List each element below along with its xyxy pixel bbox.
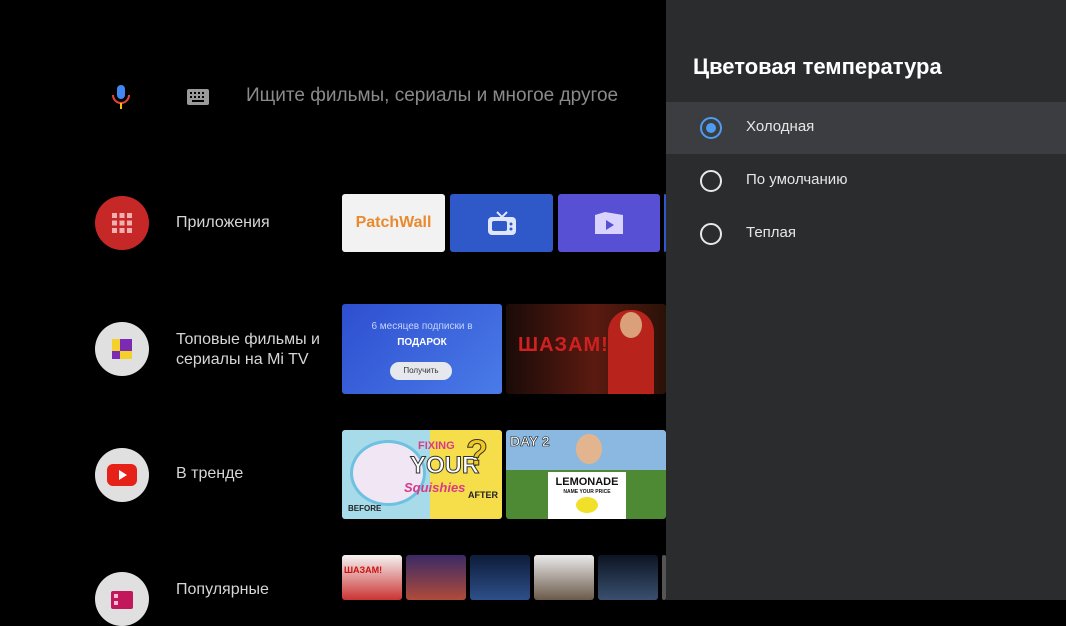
poster-tile[interactable] bbox=[406, 555, 466, 600]
row-label-top-movies: Топовые фильмы и сериалы на Mi TV bbox=[176, 331, 320, 368]
apps-grid-icon[interactable] bbox=[95, 196, 149, 250]
hero-face bbox=[620, 312, 642, 338]
patchwall-logo: PatchWall bbox=[355, 214, 432, 231]
promo-get-button[interactable]: Получить bbox=[390, 362, 452, 380]
video-tile-lemonade[interactable]: DAY 2 LEMONADE NAME YOUR PRICE bbox=[506, 430, 666, 519]
option-cold[interactable]: Холодная bbox=[666, 102, 1066, 154]
promo-line2: ПОДАРОК bbox=[397, 337, 447, 348]
option-default[interactable]: По умолчанию bbox=[666, 155, 1066, 207]
poster-tile[interactable] bbox=[534, 555, 594, 600]
question-mark: ? bbox=[466, 432, 489, 474]
video-tile-squishies[interactable]: FIXING YOUR Squishies ? BEFORE AFTER bbox=[342, 430, 502, 519]
promo-tile[interactable]: 6 месяцев подписки в ПОДАРОК Получить bbox=[342, 304, 502, 394]
radio-selected-icon[interactable] bbox=[700, 117, 722, 139]
color-temperature-panel: Цветовая температура Холодная По умолчан… bbox=[666, 0, 1066, 600]
video1-before: BEFORE bbox=[348, 504, 382, 513]
microphone-icon[interactable] bbox=[110, 84, 132, 115]
poster1-title: ШАЗАМ! bbox=[344, 565, 383, 575]
row-label-popular: Популярные bbox=[176, 581, 269, 598]
poster-tile[interactable] bbox=[470, 555, 530, 600]
promo-line1: 6 месяцев подписки в bbox=[371, 321, 473, 332]
video1-script: Squishies bbox=[404, 480, 466, 495]
poster-tile[interactable]: ШАЗАМ! bbox=[342, 555, 402, 600]
app-tile-video[interactable] bbox=[558, 194, 660, 252]
movie-tile-shazam[interactable]: ШАЗАМ! bbox=[506, 304, 666, 394]
keyboard-icon[interactable] bbox=[186, 88, 210, 111]
option-label: Холодная bbox=[746, 118, 815, 135]
video1-after: AFTER bbox=[468, 490, 498, 500]
search-bar: Ищите фильмы, сериалы и многое другое bbox=[0, 70, 666, 122]
app-tile-tv[interactable] bbox=[450, 194, 553, 252]
video2-sign: LEMONADE bbox=[555, 476, 619, 488]
option-label: Теплая bbox=[746, 224, 797, 241]
lemon-icon bbox=[576, 497, 598, 513]
video-folder-icon bbox=[595, 212, 623, 234]
radio-unselected-icon[interactable] bbox=[700, 170, 722, 192]
youtube-icon[interactable] bbox=[95, 448, 149, 502]
option-warm[interactable]: Теплая bbox=[666, 208, 1066, 260]
row-label-apps: Приложения bbox=[176, 214, 270, 231]
panel-title: Цветовая температура bbox=[693, 54, 942, 79]
option-label: По умолчанию bbox=[746, 171, 848, 188]
video2-sub: NAME YOUR PRICE bbox=[563, 489, 611, 495]
popular-film-icon[interactable] bbox=[95, 572, 149, 626]
row-label-trending: В тренде bbox=[176, 465, 244, 482]
lemonade-stand: LEMONADE NAME YOUR PRICE bbox=[548, 472, 626, 519]
video1-top: FIXING bbox=[418, 440, 455, 452]
video2-day: DAY 2 bbox=[510, 433, 550, 450]
poster-tile[interactable] bbox=[598, 555, 658, 600]
radio-unselected-icon[interactable] bbox=[700, 223, 722, 245]
shazam-title: ШАЗАМ! bbox=[518, 334, 609, 356]
tv-icon bbox=[487, 211, 516, 235]
search-input[interactable]: Ищите фильмы, сериалы и многое другое bbox=[246, 85, 618, 107]
kid-figure bbox=[576, 434, 602, 464]
app-tile-patchwall[interactable]: PatchWall bbox=[342, 194, 445, 252]
mitv-logo-icon[interactable] bbox=[95, 322, 149, 376]
